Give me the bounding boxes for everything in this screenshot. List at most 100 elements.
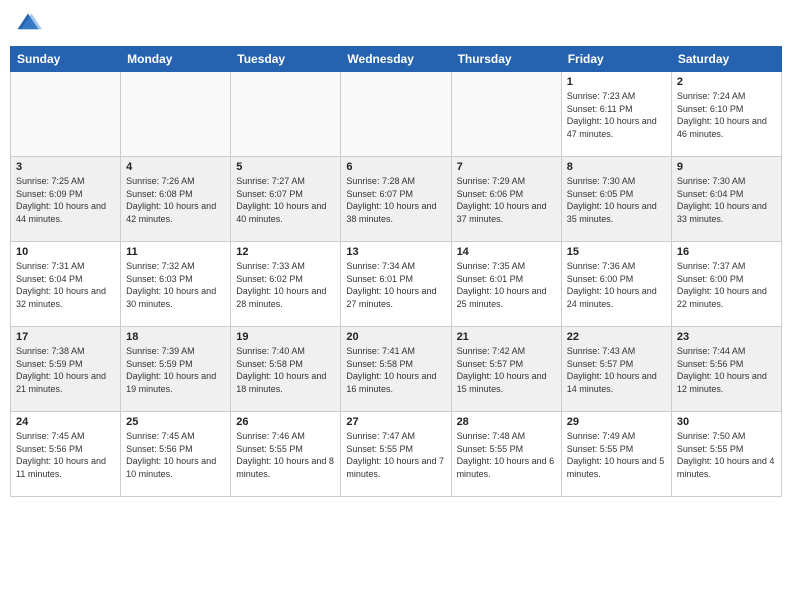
calendar-cell: 11 Sunrise: 7:32 AM Sunset: 6:03 PM Dayli… — [121, 242, 231, 327]
day-number: 14 — [457, 246, 556, 258]
calendar-week-row: 17Sunrise: 7:38 AM Sunset: 5:59 PM Dayli… — [11, 327, 782, 412]
day-number: 11 — [126, 246, 225, 258]
day-number: 15 — [567, 246, 666, 258]
day-info: Sunrise: 7:40 AM Sunset: 5:58 PM Dayligh… — [236, 345, 335, 395]
day-info: Sunrise: 7:45 AM Sunset: 5:56 PM Dayligh… — [126, 430, 225, 480]
calendar-cell: 15 Sunrise: 7:36 AM Sunset: 6:00 PM Dayli… — [561, 242, 671, 327]
calendar-cell: 30Sunrise: 7:50 AM Sunset: 5:55 PM Dayli… — [671, 412, 781, 497]
day-info: Sunrise: 7:30 AM Sunset: 6:05 PM Dayligh… — [567, 175, 666, 225]
calendar-cell: 18 Sunrise: 7:39 AM Sunset: 5:59 PM Dayli… — [121, 327, 231, 412]
calendar-header-row: SundayMondayTuesdayWednesdayThursdayFrid… — [11, 47, 782, 72]
day-number: 1 — [567, 76, 666, 88]
day-info: Sunrise: 7:48 AM Sunset: 5:55 PM Dayligh… — [457, 430, 556, 480]
day-number: 10 — [16, 246, 115, 258]
logo-icon — [14, 10, 42, 38]
day-number: 23 — [677, 331, 776, 343]
calendar-cell: 10 Sunrise: 7:31 AM Sunset: 6:04 PM Dayli… — [11, 242, 121, 327]
calendar-cell: 8Sunrise: 7:30 AM Sunset: 6:05 PM Daylig… — [561, 157, 671, 242]
calendar-cell: 16 Sunrise: 7:37 AM Sunset: 6:00 PM Dayli… — [671, 242, 781, 327]
day-info: Sunrise: 7:46 AM Sunset: 5:55 PM Dayligh… — [236, 430, 335, 480]
calendar-cell: 7 Sunrise: 7:29 AM Sunset: 6:06 PM Daylig… — [451, 157, 561, 242]
calendar-week-row: 1Sunrise: 7:23 AM Sunset: 6:11 PM Daylig… — [11, 72, 782, 157]
day-of-week-header: Sunday — [11, 47, 121, 72]
day-info: Sunrise: 7:25 AM Sunset: 6:09 PM Dayligh… — [16, 175, 115, 225]
day-of-week-header: Wednesday — [341, 47, 451, 72]
day-number: 18 — [126, 331, 225, 343]
calendar-cell: 17Sunrise: 7:38 AM Sunset: 5:59 PM Dayli… — [11, 327, 121, 412]
calendar-cell: 14Sunrise: 7:35 AM Sunset: 6:01 PM Dayli… — [451, 242, 561, 327]
calendar-cell — [451, 72, 561, 157]
day-info: Sunrise: 7:45 AM Sunset: 5:56 PM Dayligh… — [16, 430, 115, 480]
day-number: 7 — [457, 161, 556, 173]
day-of-week-header: Tuesday — [231, 47, 341, 72]
day-number: 19 — [236, 331, 335, 343]
page-header — [10, 10, 782, 38]
day-number: 29 — [567, 416, 666, 428]
calendar-week-row: 3 Sunrise: 7:25 AM Sunset: 6:09 PM Daylig… — [11, 157, 782, 242]
day-info: Sunrise: 7:31 AM Sunset: 6:04 PM Dayligh… — [16, 260, 115, 310]
calendar-cell — [121, 72, 231, 157]
day-number: 13 — [346, 246, 445, 258]
day-info: Sunrise: 7:47 AM Sunset: 5:55 PM Dayligh… — [346, 430, 445, 480]
calendar-cell: 28Sunrise: 7:48 AM Sunset: 5:55 PM Dayli… — [451, 412, 561, 497]
calendar-week-row: 24 Sunrise: 7:45 AM Sunset: 5:56 PM Dayli… — [11, 412, 782, 497]
day-info: Sunrise: 7:24 AM Sunset: 6:10 PM Dayligh… — [677, 90, 776, 140]
day-info: Sunrise: 7:32 AM Sunset: 6:03 PM Dayligh… — [126, 260, 225, 310]
day-number: 16 — [677, 246, 776, 258]
day-number: 12 — [236, 246, 335, 258]
day-info: Sunrise: 7:42 AM Sunset: 5:57 PM Dayligh… — [457, 345, 556, 395]
calendar-cell — [341, 72, 451, 157]
day-number: 3 — [16, 161, 115, 173]
calendar-cell: 6 Sunrise: 7:28 AM Sunset: 6:07 PM Daylig… — [341, 157, 451, 242]
calendar-cell: 27 Sunrise: 7:47 AM Sunset: 5:55 PM Dayli… — [341, 412, 451, 497]
day-info: Sunrise: 7:50 AM Sunset: 5:55 PM Dayligh… — [677, 430, 776, 480]
day-info: Sunrise: 7:34 AM Sunset: 6:01 PM Dayligh… — [346, 260, 445, 310]
day-info: Sunrise: 7:43 AM Sunset: 5:57 PM Dayligh… — [567, 345, 666, 395]
calendar-cell: 23 Sunrise: 7:44 AM Sunset: 5:56 PM Dayli… — [671, 327, 781, 412]
day-info: Sunrise: 7:29 AM Sunset: 6:06 PM Dayligh… — [457, 175, 556, 225]
calendar-cell: 26Sunrise: 7:46 AM Sunset: 5:55 PM Dayli… — [231, 412, 341, 497]
calendar-cell: 20 Sunrise: 7:41 AM Sunset: 5:58 PM Dayli… — [341, 327, 451, 412]
calendar-cell: 19 Sunrise: 7:40 AM Sunset: 5:58 PM Dayli… — [231, 327, 341, 412]
calendar-cell: 3 Sunrise: 7:25 AM Sunset: 6:09 PM Daylig… — [11, 157, 121, 242]
day-number: 21 — [457, 331, 556, 343]
day-number: 5 — [236, 161, 335, 173]
day-of-week-header: Friday — [561, 47, 671, 72]
calendar-cell: 2 Sunrise: 7:24 AM Sunset: 6:10 PM Daylig… — [671, 72, 781, 157]
day-info: Sunrise: 7:27 AM Sunset: 6:07 PM Dayligh… — [236, 175, 335, 225]
day-info: Sunrise: 7:28 AM Sunset: 6:07 PM Dayligh… — [346, 175, 445, 225]
calendar-cell: 1Sunrise: 7:23 AM Sunset: 6:11 PM Daylig… — [561, 72, 671, 157]
day-number: 24 — [16, 416, 115, 428]
day-info: Sunrise: 7:33 AM Sunset: 6:02 PM Dayligh… — [236, 260, 335, 310]
day-number: 20 — [346, 331, 445, 343]
day-number: 27 — [346, 416, 445, 428]
day-info: Sunrise: 7:36 AM Sunset: 6:00 PM Dayligh… — [567, 260, 666, 310]
day-info: Sunrise: 7:38 AM Sunset: 5:59 PM Dayligh… — [16, 345, 115, 395]
day-number: 25 — [126, 416, 225, 428]
day-info: Sunrise: 7:37 AM Sunset: 6:00 PM Dayligh… — [677, 260, 776, 310]
day-number: 22 — [567, 331, 666, 343]
calendar-cell: 22 Sunrise: 7:43 AM Sunset: 5:57 PM Dayli… — [561, 327, 671, 412]
calendar-cell: 5 Sunrise: 7:27 AM Sunset: 6:07 PM Daylig… — [231, 157, 341, 242]
calendar-cell — [11, 72, 121, 157]
calendar-table: SundayMondayTuesdayWednesdayThursdayFrid… — [10, 46, 782, 497]
day-number: 4 — [126, 161, 225, 173]
day-number: 2 — [677, 76, 776, 88]
calendar-cell: 12 Sunrise: 7:33 AM Sunset: 6:02 PM Dayli… — [231, 242, 341, 327]
day-info: Sunrise: 7:49 AM Sunset: 5:55 PM Dayligh… — [567, 430, 666, 480]
day-info: Sunrise: 7:41 AM Sunset: 5:58 PM Dayligh… — [346, 345, 445, 395]
day-number: 9 — [677, 161, 776, 173]
calendar-cell: 25 Sunrise: 7:45 AM Sunset: 5:56 PM Dayli… — [121, 412, 231, 497]
calendar-cell: 13 Sunrise: 7:34 AM Sunset: 6:01 PM Dayli… — [341, 242, 451, 327]
logo — [14, 10, 46, 38]
calendar-cell: 9 Sunrise: 7:30 AM Sunset: 6:04 PM Daylig… — [671, 157, 781, 242]
day-of-week-header: Thursday — [451, 47, 561, 72]
day-info: Sunrise: 7:39 AM Sunset: 5:59 PM Dayligh… — [126, 345, 225, 395]
day-info: Sunrise: 7:44 AM Sunset: 5:56 PM Dayligh… — [677, 345, 776, 395]
day-info: Sunrise: 7:30 AM Sunset: 6:04 PM Dayligh… — [677, 175, 776, 225]
calendar-cell: 4Sunrise: 7:26 AM Sunset: 6:08 PM Daylig… — [121, 157, 231, 242]
calendar-cell — [231, 72, 341, 157]
day-number: 6 — [346, 161, 445, 173]
calendar-cell: 29 Sunrise: 7:49 AM Sunset: 5:55 PM Dayli… — [561, 412, 671, 497]
day-of-week-header: Monday — [121, 47, 231, 72]
